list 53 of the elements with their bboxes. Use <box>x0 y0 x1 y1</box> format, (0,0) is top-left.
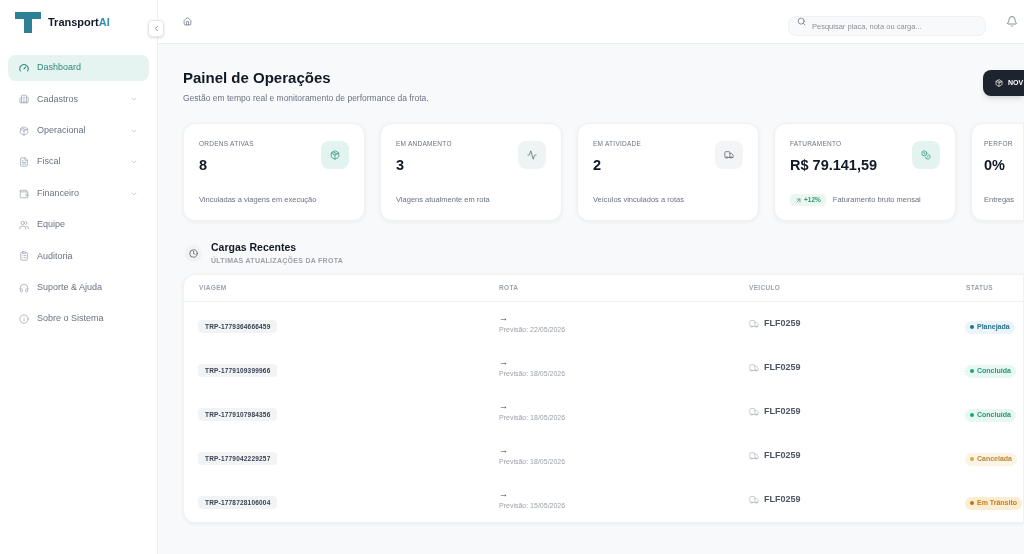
headset-icon <box>19 282 29 293</box>
truck-icon <box>749 495 759 505</box>
info-icon <box>19 314 29 325</box>
vehicle-plate: FLF0259 <box>764 317 801 331</box>
sidebar-item[interactable]: Financeiro <box>8 180 149 207</box>
sidebar-item[interactable]: Auditoria <box>8 243 149 270</box>
vehicle-plate: FLF0259 <box>764 361 801 375</box>
gauge-icon <box>19 63 29 73</box>
stat-value: 0% <box>984 156 1006 174</box>
truck-icon <box>749 451 759 461</box>
search-icon <box>797 17 806 26</box>
route-arrow: → <box>499 446 508 455</box>
page-subtitle: Gestão em tempo real e monitoramento de performance da frota. <box>183 92 429 104</box>
stat-value: 2 <box>593 156 603 174</box>
route-arrow: → <box>499 314 508 323</box>
logo-icon <box>15 11 41 33</box>
coins-icon <box>912 141 940 169</box>
notifications-icon[interactable] <box>1006 15 1018 28</box>
document-icon <box>19 157 29 168</box>
section-title: Cargas Recentes <box>211 241 298 254</box>
vehicle-plate: FLF0259 <box>764 449 801 463</box>
sidebar-item[interactable]: Cadastros <box>8 86 149 113</box>
building-icon <box>19 94 29 105</box>
sidebar-item[interactable]: Sobre o Sistema <box>8 306 149 333</box>
vehicle-plate: FLF0259 <box>764 405 801 419</box>
arrow-up-right-icon <box>795 196 802 204</box>
stat-value: 8 <box>199 156 209 174</box>
package-icon <box>321 141 349 169</box>
wallet-icon <box>19 188 29 199</box>
vehicle-plate: FLF0259 <box>764 493 801 507</box>
sidebar-item[interactable]: Dashboard <box>8 55 149 81</box>
activity-icon <box>518 141 546 169</box>
sidebar-item[interactable]: Fiscal <box>8 149 149 176</box>
package-icon <box>19 125 29 136</box>
truck-icon <box>749 407 759 417</box>
stat-value: 3 <box>396 156 406 174</box>
home-icon[interactable] <box>183 17 192 26</box>
logo-text: TransportAI <box>48 16 110 28</box>
truck-icon <box>715 141 743 169</box>
route-arrow: → <box>499 358 508 367</box>
route-arrow: → <box>499 490 508 499</box>
route-arrow: → <box>499 402 508 411</box>
sidebar-item[interactable]: Operacional <box>8 117 149 144</box>
clock-icon <box>185 244 202 262</box>
truck-icon <box>749 363 759 373</box>
users-icon <box>19 219 29 230</box>
stat-value: R$ 79.141,59 <box>790 156 878 174</box>
truck-icon <box>749 319 759 329</box>
page-title: Painel de Operações <box>183 68 332 88</box>
package-icon <box>995 79 1003 87</box>
sidebar-item[interactable]: Equipe <box>8 211 149 238</box>
sidebar-item[interactable]: Suporte & Ajuda <box>8 274 149 301</box>
clipboard-icon <box>19 251 29 262</box>
